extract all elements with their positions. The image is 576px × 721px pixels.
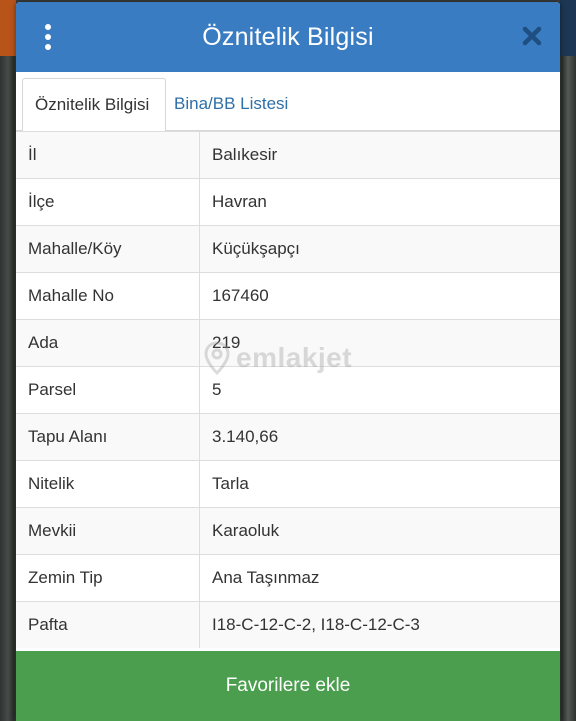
attribute-key: İlçe: [16, 178, 200, 226]
attribute-value: Küçükşapçı: [199, 225, 560, 273]
attribute-key: İl: [16, 131, 200, 179]
attribute-value: I18-C-12-C-2, I18-C-12-C-3: [199, 601, 560, 648]
attribute-value: Balıkesir: [199, 131, 560, 179]
attribute-key: Tapu Alanı: [16, 413, 200, 461]
table-row: Zemin Tip Ana Taşınmaz: [16, 554, 560, 602]
table-row: Ada 219: [16, 319, 560, 367]
attribute-key: Mahalle/Köy: [16, 225, 200, 273]
close-icon[interactable]: [520, 24, 544, 48]
attribute-value: Karaoluk: [199, 507, 560, 555]
attribute-value: 3.140,66: [199, 413, 560, 461]
attribute-key: Zemin Tip: [16, 554, 200, 602]
attribute-key: Nitelik: [16, 460, 200, 508]
table-row: Mevkii Karaoluk: [16, 507, 560, 555]
attribute-value: 219: [199, 319, 560, 367]
attribute-value: Tarla: [199, 460, 560, 508]
table-row: Mahalle No 167460: [16, 272, 560, 320]
attribute-dialog: Öznitelik Bilgisi Öznitelik Bilgisi Bina…: [16, 2, 560, 721]
attribute-value: 167460: [199, 272, 560, 320]
attribute-key: Mahalle No: [16, 272, 200, 320]
attribute-table: İl Balıkesir İlçe Havran Mahalle/Köy Küç…: [16, 131, 560, 648]
attribute-key: Ada: [16, 319, 200, 367]
table-row: Mahalle/Köy Küçükşapçı: [16, 225, 560, 273]
tab-oznitelik-bilgisi[interactable]: Öznitelik Bilgisi: [22, 78, 166, 132]
map-background-edge-right: [560, 0, 576, 56]
attribute-table-wrapper: İl Balıkesir İlçe Havran Mahalle/Köy Küç…: [16, 131, 560, 648]
table-row: Pafta I18-C-12-C-2, I18-C-12-C-3: [16, 601, 560, 648]
table-row: Tapu Alanı 3.140,66: [16, 413, 560, 461]
attribute-value: Havran: [199, 178, 560, 226]
tab-bina-bb-listesi[interactable]: Bina/BB Listesi: [162, 78, 300, 130]
attribute-key: Parsel: [16, 366, 200, 414]
attribute-value: 5: [199, 366, 560, 414]
attribute-key: Mevkii: [16, 507, 200, 555]
add-to-favorites-button[interactable]: Favorilere ekle: [16, 651, 560, 721]
more-vertical-icon[interactable]: [38, 24, 58, 50]
map-background-edge-left: [0, 0, 16, 56]
table-row: İlçe Havran: [16, 178, 560, 226]
dialog-header: Öznitelik Bilgisi: [16, 2, 560, 72]
dialog-title: Öznitelik Bilgisi: [202, 22, 374, 51]
table-row: İl Balıkesir: [16, 131, 560, 179]
table-row: Nitelik Tarla: [16, 460, 560, 508]
tab-bar: Öznitelik Bilgisi Bina/BB Listesi: [16, 72, 560, 132]
attribute-value: Ana Taşınmaz: [199, 554, 560, 602]
attribute-key: Pafta: [16, 601, 200, 648]
table-row: Parsel 5: [16, 366, 560, 414]
